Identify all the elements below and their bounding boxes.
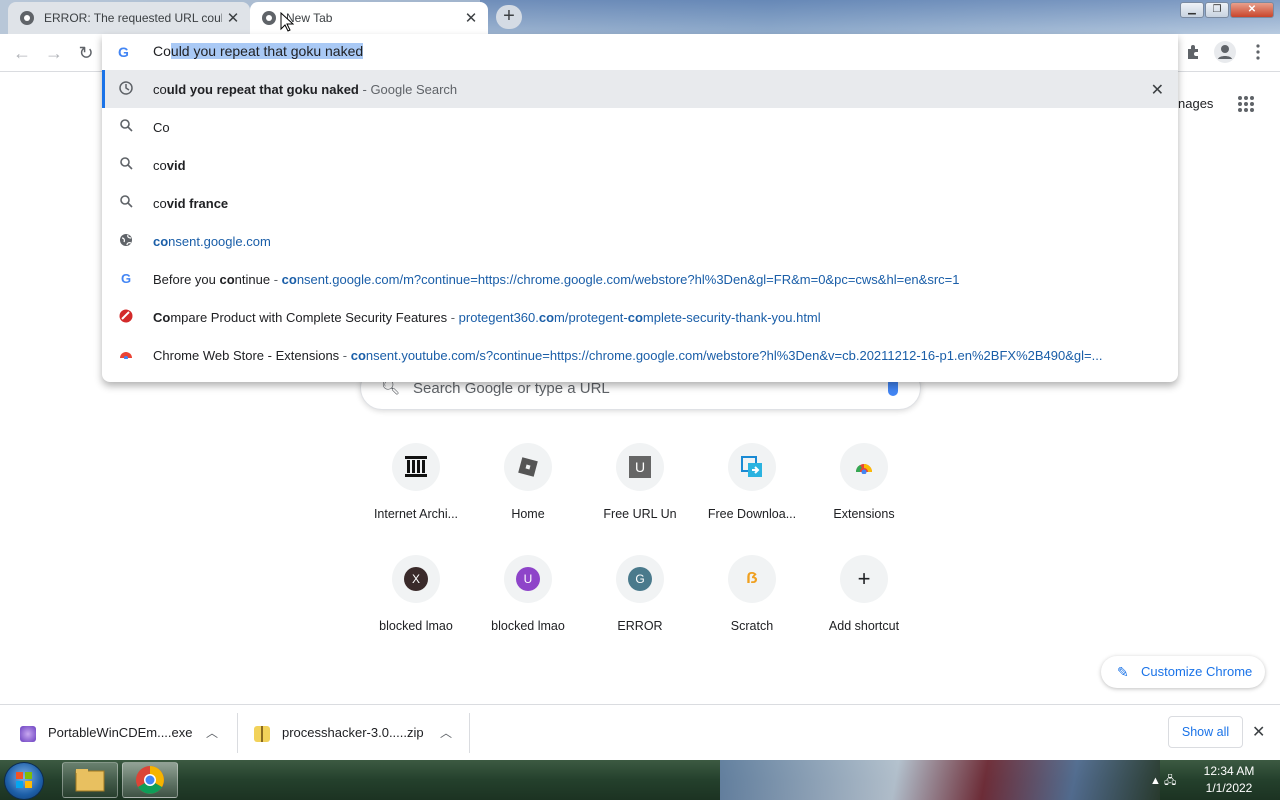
shortcut-label: Extensions <box>833 507 895 521</box>
clock-time: 12:34 AM <box>1203 764 1255 778</box>
remove-suggestion-button[interactable]: ✕ <box>1151 80 1164 100</box>
letter-avatar-icon: U <box>504 555 552 603</box>
chrome-web-store-icon <box>840 443 888 491</box>
show-all-downloads-button[interactable]: Show all <box>1168 716 1243 748</box>
chrome-taskbar-button[interactable] <box>122 762 178 798</box>
suggestion-row[interactable]: Chrome Web Store - Extensions - consent.… <box>102 336 1178 374</box>
internet-archive-icon <box>392 443 440 491</box>
customize-chrome-button[interactable]: ✎ Customize Chrome <box>1101 656 1265 688</box>
maximize-button[interactable]: ❐ <box>1205 2 1229 18</box>
mouse-cursor-icon <box>280 11 295 37</box>
tab-title: New Tab <box>286 11 333 25</box>
shortcut-label: blocked lmao <box>491 619 565 633</box>
scratch-icon: ẞ <box>728 555 776 603</box>
protegent-icon <box>118 309 134 325</box>
suggestion-row[interactable]: Compare Product with Complete Security F… <box>102 298 1178 336</box>
letter-tile-icon: U <box>616 443 664 491</box>
shortcut-label: Free URL Un <box>603 507 677 521</box>
customize-label: Customize Chrome <box>1141 664 1253 679</box>
apps-grid-icon[interactable] <box>1238 96 1254 112</box>
download-shelf: PortableWinCDEm....exe ︿ processhacker-3… <box>0 704 1280 760</box>
reload-button[interactable]: ↻ <box>73 40 99 66</box>
roblox-icon <box>504 443 552 491</box>
suggestion-row[interactable]: covid <box>102 146 1178 184</box>
shortcut-blocked-lmao-1[interactable]: X blocked lmao <box>360 555 472 655</box>
chrome-icon <box>262 11 276 25</box>
suggestion-row[interactable]: G Before you continue - consent.google.c… <box>102 260 1178 298</box>
suggestion-row[interactable]: could you repeat that goku naked - Googl… <box>102 70 1178 108</box>
window-close-button[interactable]: ✕ <box>1230 2 1274 18</box>
images-link[interactable]: nages <box>1178 96 1213 111</box>
shortcut-label: ERROR <box>617 619 663 633</box>
file-explorer-button[interactable] <box>62 762 118 798</box>
plus-icon: + <box>840 555 888 603</box>
omnibox-text[interactable]: Could you repeat that goku naked <box>153 43 364 59</box>
tab-error[interactable]: ERROR: The requested URL could ✕ <box>8 2 250 34</box>
close-download-shelf-button[interactable]: ✕ <box>1252 722 1265 742</box>
download-item[interactable]: processhacker-3.0.....zip ︿ <box>254 705 464 761</box>
history-icon <box>118 81 134 97</box>
shortcut-free-download[interactable]: Free Downloa... <box>696 443 808 543</box>
profile-avatar[interactable] <box>1214 41 1236 63</box>
chevron-up-icon[interactable]: ︿ <box>440 705 452 761</box>
tray-arrow-icon[interactable]: ▲ 🖧 <box>1150 772 1176 791</box>
suggestion-row[interactable]: covid france <box>102 184 1178 222</box>
back-button[interactable]: ← <box>9 40 35 66</box>
letter-avatar-icon: G <box>616 555 664 603</box>
menu-kebab-icon[interactable] <box>1256 44 1260 60</box>
chevron-up-icon[interactable]: ︿ <box>206 705 218 761</box>
download-item[interactable]: PortableWinCDEm....exe ︿ <box>20 705 230 761</box>
shortcut-free-url-un[interactable]: U Free URL Un <box>584 443 696 543</box>
search-icon <box>118 195 134 211</box>
selection-indicator <box>102 70 105 108</box>
new-tab-button[interactable]: + <box>496 5 522 29</box>
pencil-icon: ✎ <box>1117 664 1129 680</box>
shortcut-label: Home <box>511 507 545 521</box>
google-icon: G <box>118 44 129 60</box>
download-app-icon <box>728 443 776 491</box>
clock-date: 1/1/2022 <box>1205 781 1253 795</box>
forward-button[interactable]: → <box>41 40 67 66</box>
exe-file-icon <box>20 725 36 742</box>
chrome-store-icon <box>118 347 134 363</box>
globe-icon <box>118 233 134 249</box>
taskbar-clock[interactable]: 12:34 AM 1/1/2022 <box>1196 763 1262 797</box>
shortcut-error[interactable]: G ERROR <box>584 555 696 655</box>
shortcut-label: Add shortcut <box>828 619 900 633</box>
shortcut-label: Scratch <box>730 619 774 633</box>
google-icon: G <box>120 271 132 286</box>
suggestion-row[interactable]: Co <box>102 108 1178 146</box>
zip-file-icon <box>254 725 270 742</box>
shortcut-internet-archive[interactable]: Internet Archi... <box>360 443 472 543</box>
tab-close-button[interactable]: ✕ <box>222 9 244 27</box>
shortcut-scratch[interactable]: ẞ Scratch <box>696 555 808 655</box>
start-button[interactable] <box>4 762 44 800</box>
omnibox-dropdown: G Could you repeat that goku naked could… <box>102 34 1178 382</box>
search-icon <box>118 157 134 173</box>
shortcut-label: Free Downloa... <box>707 507 797 521</box>
letter-avatar-icon: X <box>392 555 440 603</box>
tab-title: ERROR: The requested URL could <box>44 11 222 25</box>
minimize-button[interactable]: ▁ <box>1180 2 1204 18</box>
taskbar <box>0 760 1280 800</box>
shortcut-home[interactable]: Home <box>472 443 584 543</box>
add-shortcut-button[interactable]: + Add shortcut <box>808 555 920 655</box>
search-placeholder: Search Google or type a URL <box>413 380 610 397</box>
globe-icon <box>20 11 34 25</box>
extensions-icon[interactable] <box>1185 44 1201 60</box>
suggestion-row[interactable]: consent.google.com <box>102 222 1178 260</box>
shortcut-extensions[interactable]: Extensions <box>808 443 920 543</box>
omnibox-input[interactable]: G Could you repeat that goku naked <box>102 34 1178 70</box>
search-icon <box>118 119 134 135</box>
tab-close-button[interactable]: ✕ <box>460 9 482 27</box>
shortcut-blocked-lmao-2[interactable]: U blocked lmao <box>472 555 584 655</box>
shortcut-label: Internet Archi... <box>373 507 459 521</box>
shortcut-label: blocked lmao <box>379 619 453 633</box>
